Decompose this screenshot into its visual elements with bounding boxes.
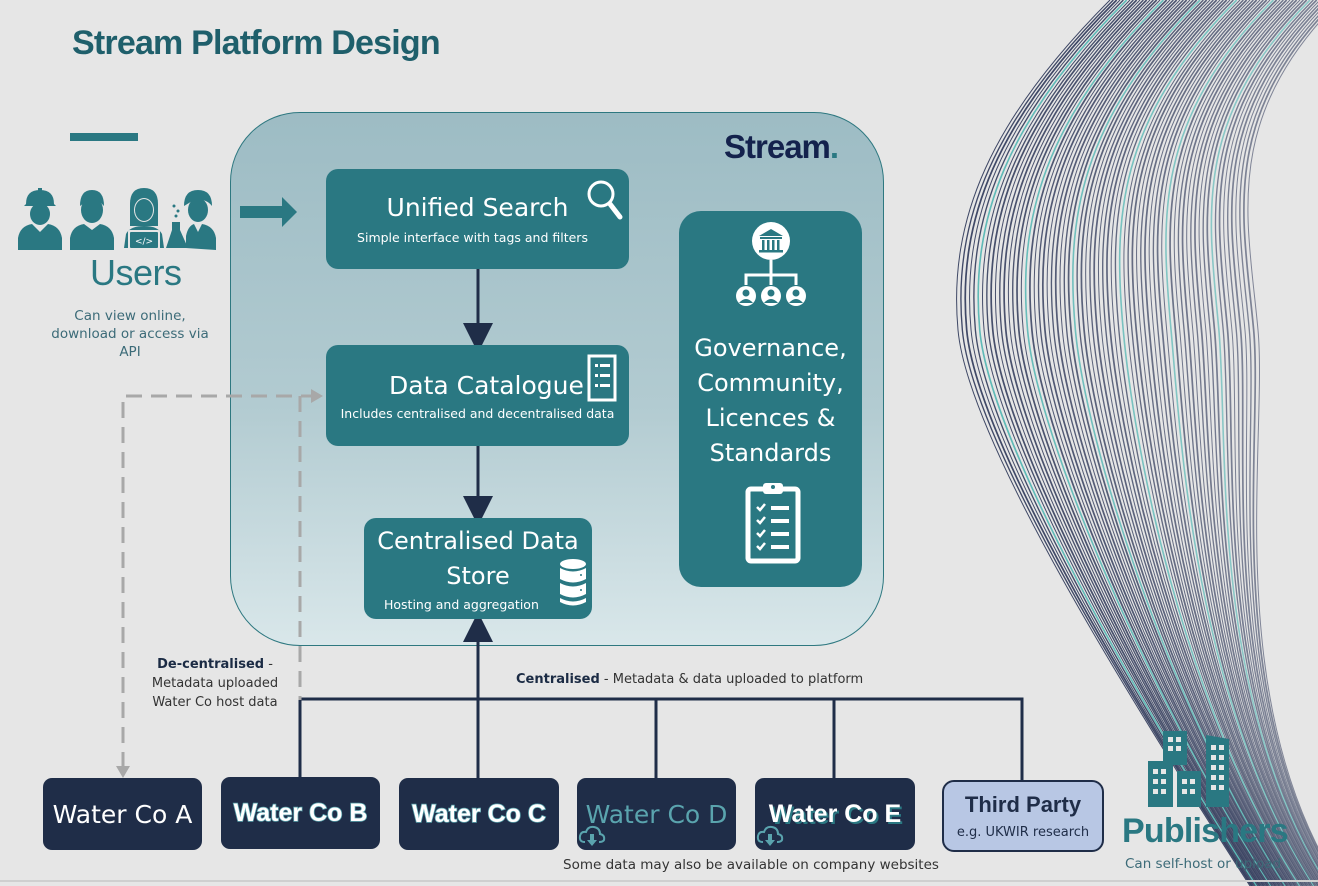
centralised-note-text: - Metadata & data uploaded to platform <box>599 672 864 687</box>
centralised-note: Centralised - Metadata & data uploaded t… <box>516 672 863 687</box>
water-co-d-box: Water Co D <box>577 778 736 850</box>
cloud-download-icon <box>578 825 606 846</box>
governance-title: Governance, Community, Licences & Standa… <box>694 334 847 467</box>
users-to-search-arrow <box>240 197 297 227</box>
data-store-title-line2: Store <box>446 562 510 590</box>
third-party-subtitle: e.g. UKWIR research <box>956 825 1090 840</box>
data-catalogue-title: Data Catalogue <box>389 371 584 400</box>
water-co-c-label: Water Co C <box>411 799 546 829</box>
centralised-note-bold: Centralised <box>516 672 600 687</box>
water-co-e-box: Water Co E <box>755 778 915 850</box>
decentralised-dashed-line <box>121 394 318 768</box>
water-co-a-label: Water Co A <box>52 799 193 829</box>
centralised-data-store-box: Centralised Data Store Hosting and aggre… <box>364 518 592 619</box>
list-document-icon <box>587 354 617 402</box>
publishers-label: Publishers <box>1122 812 1289 850</box>
company-websites-note: Some data may also be available on compa… <box>563 857 939 873</box>
clipboard-checklist-icon <box>745 483 801 564</box>
water-co-b-label: Water Co B <box>233 798 368 828</box>
decentralised-note-bold: De-centralised <box>157 657 265 672</box>
connectors <box>116 197 1024 780</box>
decentralised-note: De-centralised - Metadata uploaded Water… <box>140 655 290 712</box>
svg-text:</>: </> <box>135 237 153 247</box>
buildings-icon <box>1148 731 1229 807</box>
water-co-e-label: Water Co E <box>768 799 902 828</box>
third-party-title: Third Party <box>964 792 1082 817</box>
database-icon <box>560 559 586 606</box>
centralised-bus <box>298 697 1024 780</box>
unified-search-box: Unified Search Simple interface with tag… <box>326 169 629 269</box>
water-co-a-box: Water Co A <box>43 778 202 850</box>
bottom-divider <box>0 880 1318 882</box>
cloud-download-icon <box>756 825 784 846</box>
developer-icon: </> <box>124 188 164 250</box>
magnifier-icon <box>587 180 623 220</box>
data-store-subtitle: Hosting and aggregation <box>384 597 539 612</box>
water-co-c-box: Water Co C <box>399 778 559 850</box>
data-catalogue-subtitle: Includes centralised and decentralised d… <box>340 406 615 421</box>
water-co-b-box: Water Co B <box>221 777 380 849</box>
users-icons: </> <box>18 188 216 250</box>
data-catalogue-box: Data Catalogue Includes centralised and … <box>326 345 629 446</box>
publishers-subtitle: Can self-host or upload <box>1125 856 1282 872</box>
businessman-icon <box>70 190 114 250</box>
third-party-box: Third Party e.g. UKWIR research <box>942 780 1104 852</box>
engineer-icon <box>18 188 62 250</box>
users-label: Users <box>90 252 182 293</box>
data-store-title-line1: Centralised Data <box>377 527 579 555</box>
institution-hierarchy-icon <box>736 222 806 306</box>
water-co-d-label: Water Co D <box>585 799 728 829</box>
scientist-icon <box>166 190 216 250</box>
governance-box: Governance, Community, Licences & Standa… <box>679 211 862 587</box>
users-subtitle: Can view online, download or access via … <box>51 308 209 360</box>
unified-search-subtitle: Simple interface with tags and filters <box>357 230 588 245</box>
